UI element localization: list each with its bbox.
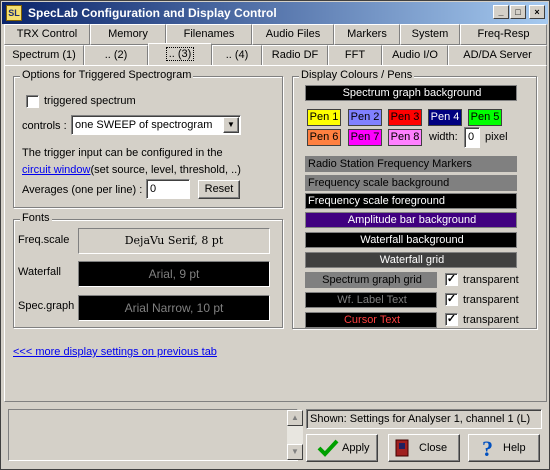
font-label-specgraph: Spec.graph: [18, 300, 75, 312]
tab-audio-files[interactable]: Audio Files: [252, 24, 334, 45]
tab-trx-control[interactable]: TRX Control: [4, 24, 90, 45]
tab-3-label: .. (3): [165, 47, 195, 61]
width-input[interactable]: 0: [464, 127, 480, 148]
font-label-waterfall: Waterfall: [18, 266, 61, 278]
pen-4-button[interactable]: Pen 4: [428, 109, 462, 126]
more-settings-link[interactable]: <<< more display settings on previous ta…: [13, 346, 217, 358]
maximize-button[interactable]: □: [510, 5, 526, 19]
cursor-transparent-label: transparent: [463, 314, 519, 326]
fonts-group: Fonts Freq.scale DejaVu Serif, 8 pt Wate…: [13, 212, 283, 328]
scroll-down-icon[interactable]: ▼: [287, 444, 303, 460]
font-waterfall-button[interactable]: Arial, 9 pt: [78, 261, 270, 287]
colours-legend: Display Colours / Pens: [299, 69, 415, 81]
window-title: SpecLab Configuration and Display Contro…: [28, 6, 277, 20]
pen-5-button[interactable]: Pen 5: [468, 109, 502, 126]
trigger-info-line1: The trigger input can be configured in t…: [22, 147, 223, 159]
trigger-group: Options for Triggered Spectrogram trigge…: [13, 69, 283, 208]
checkmark-icon: [317, 439, 339, 457]
freq-scale-fg-colour[interactable]: Frequency scale foreground: [305, 193, 517, 209]
wf-label-transparent-checkbox[interactable]: ✓: [445, 293, 458, 306]
tab-adda-server[interactable]: AD/DA Server: [448, 45, 547, 66]
pen-6-button[interactable]: Pen 6: [307, 129, 341, 146]
freq-scale-bg-colour[interactable]: Frequency scale background: [305, 175, 517, 191]
status-scrollbar[interactable]: ▲ ▼: [287, 410, 303, 460]
controls-select-value: one SWEEP of spectrogram: [75, 119, 213, 131]
spectrum-grid-transparent-checkbox[interactable]: ✓: [445, 273, 458, 286]
spectrum-grid-colour[interactable]: Spectrum graph grid: [305, 272, 437, 288]
pen-1-button[interactable]: Pen 1: [307, 109, 341, 126]
tab-memory[interactable]: Memory: [90, 24, 166, 45]
averages-label: Averages (one per line) :: [22, 184, 143, 196]
title-bar: SL SpecLab Configuration and Display Con…: [2, 2, 548, 24]
trigger-info-line2: (set source, level, threshold, ..): [90, 164, 241, 176]
pixel-label: pixel: [485, 131, 508, 143]
tab-2[interactable]: .. (2): [84, 45, 148, 66]
tab-4[interactable]: .. (4): [212, 45, 262, 66]
cursor-text-colour[interactable]: Cursor Text: [305, 312, 437, 328]
shown-settings-label: Shown: Settings for Analyser 1, channel …: [306, 409, 542, 429]
reset-button[interactable]: Reset: [198, 180, 240, 199]
tab-filenames[interactable]: Filenames: [166, 24, 252, 45]
scroll-up-icon[interactable]: ▲: [287, 410, 303, 426]
circuit-window-link[interactable]: circuit window: [22, 164, 90, 176]
help-button[interactable]: ? Help: [468, 434, 540, 462]
close-window-button[interactable]: ×: [529, 5, 545, 19]
pen-2-button[interactable]: Pen 2: [348, 109, 382, 126]
apply-button[interactable]: Apply: [306, 434, 378, 462]
amplitude-bar-bg-colour[interactable]: Amplitude bar background: [305, 212, 517, 228]
door-icon: [395, 439, 409, 457]
tab-fft[interactable]: FFT: [328, 45, 382, 66]
pen-7-button[interactable]: Pen 7: [348, 129, 382, 146]
triggered-spectrum-checkbox[interactable]: [26, 95, 39, 108]
radio-markers-colour[interactable]: Radio Station Frequency Markers: [305, 156, 517, 172]
config-window: SL SpecLab Configuration and Display Con…: [0, 0, 550, 470]
tab-panel: Options for Triggered Spectrogram trigge…: [4, 65, 547, 402]
spectrum-grid-transparent-label: transparent: [463, 274, 519, 286]
cursor-transparent-checkbox[interactable]: ✓: [445, 313, 458, 326]
close-label: Close: [419, 442, 448, 454]
wf-label-text-colour[interactable]: Wf. Label Text: [305, 292, 437, 308]
controls-label: controls :: [22, 120, 67, 132]
waterfall-bg-colour[interactable]: Waterfall background: [305, 232, 517, 248]
waterfall-grid-colour[interactable]: Waterfall grid: [305, 252, 517, 268]
status-area: ▲ ▼: [8, 409, 303, 461]
width-label: width:: [429, 131, 458, 143]
pen-8-button[interactable]: Pen 8: [388, 129, 422, 146]
controls-select[interactable]: one SWEEP of spectrogram ▼: [71, 115, 241, 135]
minimize-button[interactable]: _: [493, 5, 509, 19]
chevron-down-icon[interactable]: ▼: [223, 117, 239, 133]
pen-3-button[interactable]: Pen 3: [388, 109, 422, 126]
tab-markers[interactable]: Markers: [334, 24, 400, 45]
fonts-legend: Fonts: [20, 212, 52, 224]
tab-system[interactable]: System: [400, 24, 460, 45]
font-freqscale-button[interactable]: DejaVu Serif, 8 pt: [78, 228, 270, 254]
svg-text:?: ?: [482, 437, 493, 459]
trigger-legend: Options for Triggered Spectrogram: [20, 69, 194, 81]
apply-label: Apply: [342, 442, 370, 454]
close-button[interactable]: Close: [388, 434, 460, 462]
averages-input[interactable]: 0: [146, 179, 190, 199]
tab-audio-io[interactable]: Audio I/O: [382, 45, 448, 66]
help-label: Help: [503, 442, 526, 454]
app-icon: SL: [6, 5, 22, 21]
font-specgraph-button[interactable]: Arial Narrow, 10 pt: [78, 295, 270, 321]
tab-freq-resp[interactable]: Freq-Resp: [460, 24, 547, 45]
tab-spectrum-1[interactable]: Spectrum (1): [4, 45, 84, 66]
font-label-freqscale: Freq.scale: [18, 234, 70, 246]
help-icon: ?: [482, 437, 493, 459]
spectrum-bg-colour[interactable]: Spectrum graph background: [305, 85, 517, 101]
wf-label-transparent-label: transparent: [463, 294, 519, 306]
tab-3[interactable]: .. (3): [148, 43, 212, 66]
triggered-spectrum-label: triggered spectrum: [44, 95, 136, 107]
colours-group: Display Colours / Pens Spectrum graph ba…: [292, 69, 537, 329]
tab-radio-df[interactable]: Radio DF: [262, 45, 328, 66]
